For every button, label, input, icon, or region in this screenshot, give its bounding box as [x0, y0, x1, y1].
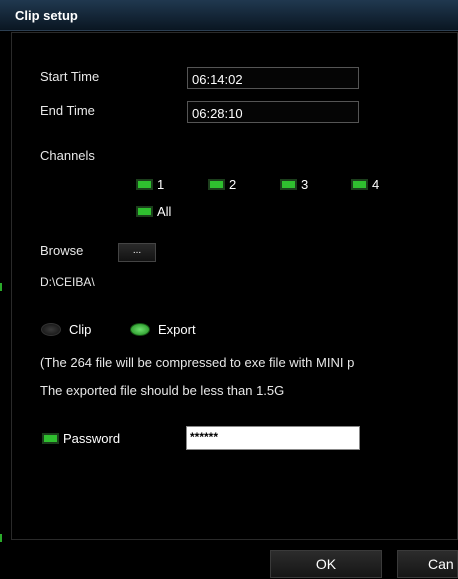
end-time-input[interactable]: 06:28:10 [187, 101, 359, 123]
password-checkbox[interactable]: Password [42, 430, 120, 446]
channel-2-checkbox[interactable]: 2 [208, 176, 236, 192]
title-bar: Clip setup [0, 0, 458, 31]
channel-3-label: 3 [301, 176, 309, 192]
checkbox-checked-icon [280, 178, 297, 190]
info-line-compress: (The 264 file will be compressed to exe … [40, 355, 355, 370]
browse-path: D:\CEIBA\ [40, 275, 95, 289]
checkbox-checked-icon [42, 432, 59, 444]
channel-4-label: 4 [372, 176, 380, 192]
edge-marker [0, 283, 2, 291]
channel-1-label: 1 [157, 176, 165, 192]
channel-1-checkbox[interactable]: 1 [136, 176, 164, 192]
channel-4-checkbox[interactable]: 4 [351, 176, 379, 192]
checkbox-checked-icon [136, 178, 153, 190]
channel-3-checkbox[interactable]: 3 [280, 176, 308, 192]
radio-unselected-icon [41, 323, 61, 336]
start-time-input[interactable]: 06:14:02 [187, 67, 359, 89]
end-time-label: End Time [40, 103, 95, 118]
channel-2-label: 2 [229, 176, 237, 192]
password-label: Password [63, 430, 121, 446]
clip-radio-label: Clip [69, 322, 92, 337]
channel-all-checkbox[interactable]: All [136, 203, 171, 219]
clip-radio[interactable]: Clip [41, 322, 91, 337]
password-input[interactable]: ****** [186, 426, 360, 450]
export-radio-label: Export [158, 322, 196, 337]
checkbox-checked-icon [351, 178, 368, 190]
window-title: Clip setup [15, 8, 78, 23]
info-line-size-limit: The exported file should be less than 1.… [40, 383, 285, 398]
browse-label: Browse [40, 243, 84, 258]
export-radio[interactable]: Export [130, 322, 196, 337]
checkbox-checked-icon [208, 178, 225, 190]
ok-button[interactable]: OK [270, 550, 382, 578]
channel-all-label: All [157, 203, 172, 219]
start-time-label: Start Time [40, 69, 100, 84]
channels-label: Channels [40, 148, 95, 163]
edge-marker [0, 534, 2, 542]
cancel-button[interactable]: Can [397, 550, 458, 578]
radio-selected-icon [130, 323, 150, 336]
checkbox-checked-icon [136, 205, 153, 217]
browse-button[interactable]: ... [118, 243, 156, 262]
